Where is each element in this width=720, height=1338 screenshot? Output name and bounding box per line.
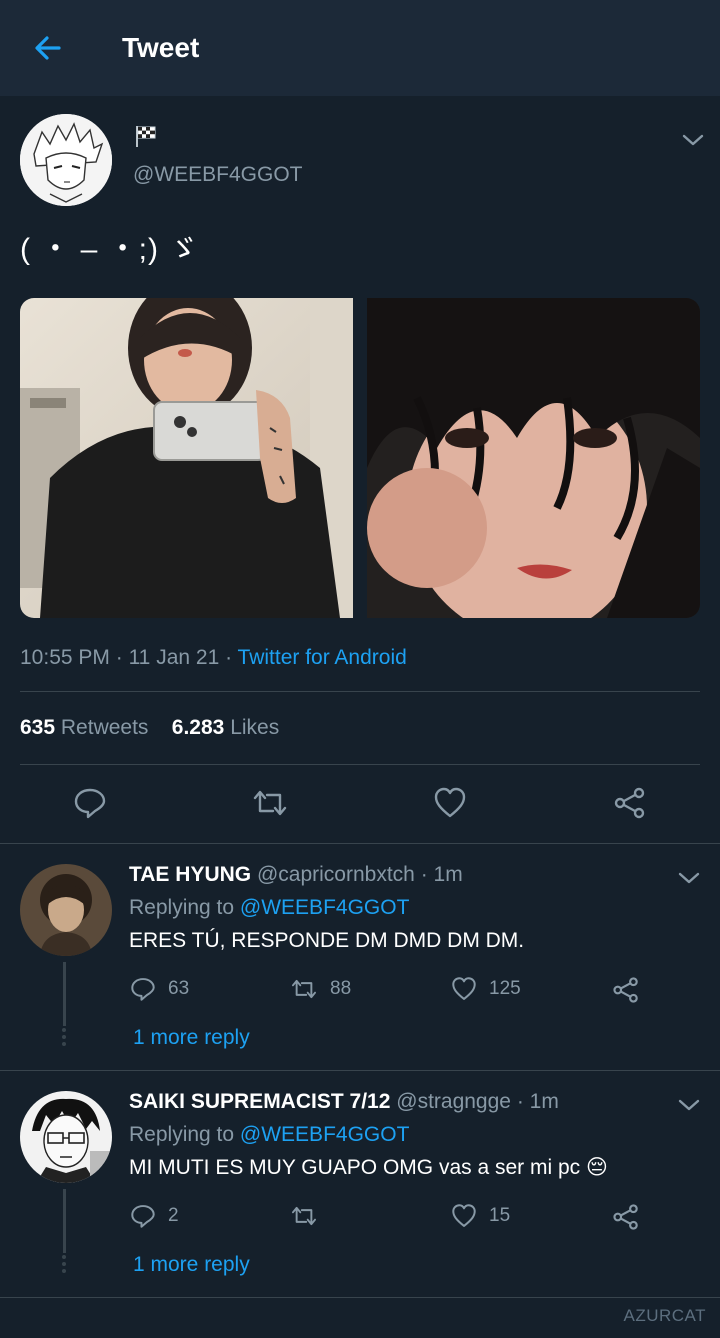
share-icon[interactable]: [612, 1203, 652, 1231]
reply-comment-count: 63: [168, 978, 190, 999]
replying-to: Replying to @WEEBF4GGOT: [129, 894, 409, 922]
tweet-date: 11 Jan 21: [128, 646, 220, 669]
retweets-label[interactable]: Retweets: [61, 716, 149, 739]
reply-time: · 1m: [420, 863, 463, 886]
share-icon[interactable]: [610, 783, 650, 823]
divider: [20, 764, 700, 765]
thread-dots: [62, 1255, 67, 1276]
reply-author-name[interactable]: SAIKI SUPREMACIST 7/12: [129, 1090, 390, 1113]
chevron-down-icon[interactable]: [681, 128, 705, 152]
replying-to-label: Replying to: [129, 1123, 235, 1146]
reply-icon[interactable]: [70, 783, 110, 823]
reply-time: · 1m: [516, 1090, 559, 1113]
reply-author-name[interactable]: TAE HYUNG: [129, 863, 251, 886]
author-handle[interactable]: @WEEBF4GGOT: [133, 163, 303, 187]
thread-line: [63, 1189, 66, 1253]
reply-retweet-button[interactable]: 88: [290, 976, 351, 1002]
reply-author-handle[interactable]: @stragngge: [396, 1090, 511, 1113]
reply-comment-button[interactable]: 2: [130, 1203, 179, 1229]
retweet-count[interactable]: 635: [20, 716, 55, 739]
chevron-down-icon[interactable]: [677, 1093, 701, 1117]
author-avatar[interactable]: [20, 114, 112, 206]
reply-author-handle[interactable]: @capricornbxtch: [257, 863, 415, 886]
chevron-down-icon[interactable]: [677, 866, 701, 890]
back-arrow-icon[interactable]: [30, 30, 66, 66]
reply-retweet-button[interactable]: [290, 1203, 330, 1229]
reply-comment-button[interactable]: 63: [130, 976, 189, 1002]
replying-to: Replying to @WEEBF4GGOT: [129, 1121, 409, 1149]
tweet-stats: 635 Retweets 6.283 Likes: [20, 714, 279, 742]
like-heart-icon[interactable]: [430, 783, 470, 823]
reply-text: ERES TÚ, RESPONDE DM DMD DM DM.: [129, 929, 525, 952]
tweet-time: 10:55 PM: [20, 646, 110, 669]
replying-to-label: Replying to: [129, 896, 235, 919]
page-title: Tweet: [122, 32, 200, 63]
top-bar: Tweet: [0, 0, 720, 96]
more-replies-link[interactable]: 1 more reply: [133, 1024, 250, 1052]
reply-header: SAIKI SUPREMACIST 7/12 @stragngge · 1m: [129, 1088, 559, 1116]
tweet-photo-2[interactable]: [367, 298, 700, 618]
thread-dots: [62, 1028, 67, 1049]
reply-avatar[interactable]: [20, 1091, 112, 1183]
tweet-text: ( ・ – ・;) ゞ: [20, 233, 200, 266]
reply-avatar[interactable]: [20, 864, 112, 956]
divider: [0, 1070, 720, 1071]
more-replies-link[interactable]: 1 more reply: [133, 1251, 250, 1279]
tweet-timestamp: 10:55 PM · 11 Jan 21 · Twitter for Andro…: [20, 646, 407, 669]
mention-link[interactable]: @WEEBF4GGOT: [240, 896, 410, 919]
tweet-source-link[interactable]: Twitter for Android: [238, 646, 407, 669]
divider: [0, 1297, 720, 1298]
reply-like-count: 15: [489, 1205, 511, 1226]
divider: [0, 843, 720, 844]
reply-comment-count: 2: [168, 1205, 179, 1226]
share-icon[interactable]: [612, 976, 652, 1004]
reply-text: MI MUTI ES MUY GUAPO OMG vas a ser mi pc…: [129, 1156, 608, 1179]
divider: [20, 691, 700, 692]
retweet-icon[interactable]: [250, 783, 290, 823]
thread-line: [63, 962, 66, 1026]
reply-like-button[interactable]: 15: [451, 1203, 510, 1229]
like-count[interactable]: 6.283: [172, 716, 225, 739]
checkered-flag-icon: [134, 124, 158, 148]
mention-link[interactable]: @WEEBF4GGOT: [240, 1123, 410, 1146]
tweet-photo-1[interactable]: [20, 298, 353, 618]
reply-retweet-count: 88: [330, 978, 352, 999]
watermark-text: AZURCAT: [623, 1306, 706, 1325]
reply-header: TAE HYUNG @capricornbxtch · 1m: [129, 861, 463, 889]
reply-like-count: 125: [489, 978, 521, 999]
likes-label[interactable]: Likes: [230, 716, 279, 739]
reply-like-button[interactable]: 125: [451, 976, 521, 1002]
